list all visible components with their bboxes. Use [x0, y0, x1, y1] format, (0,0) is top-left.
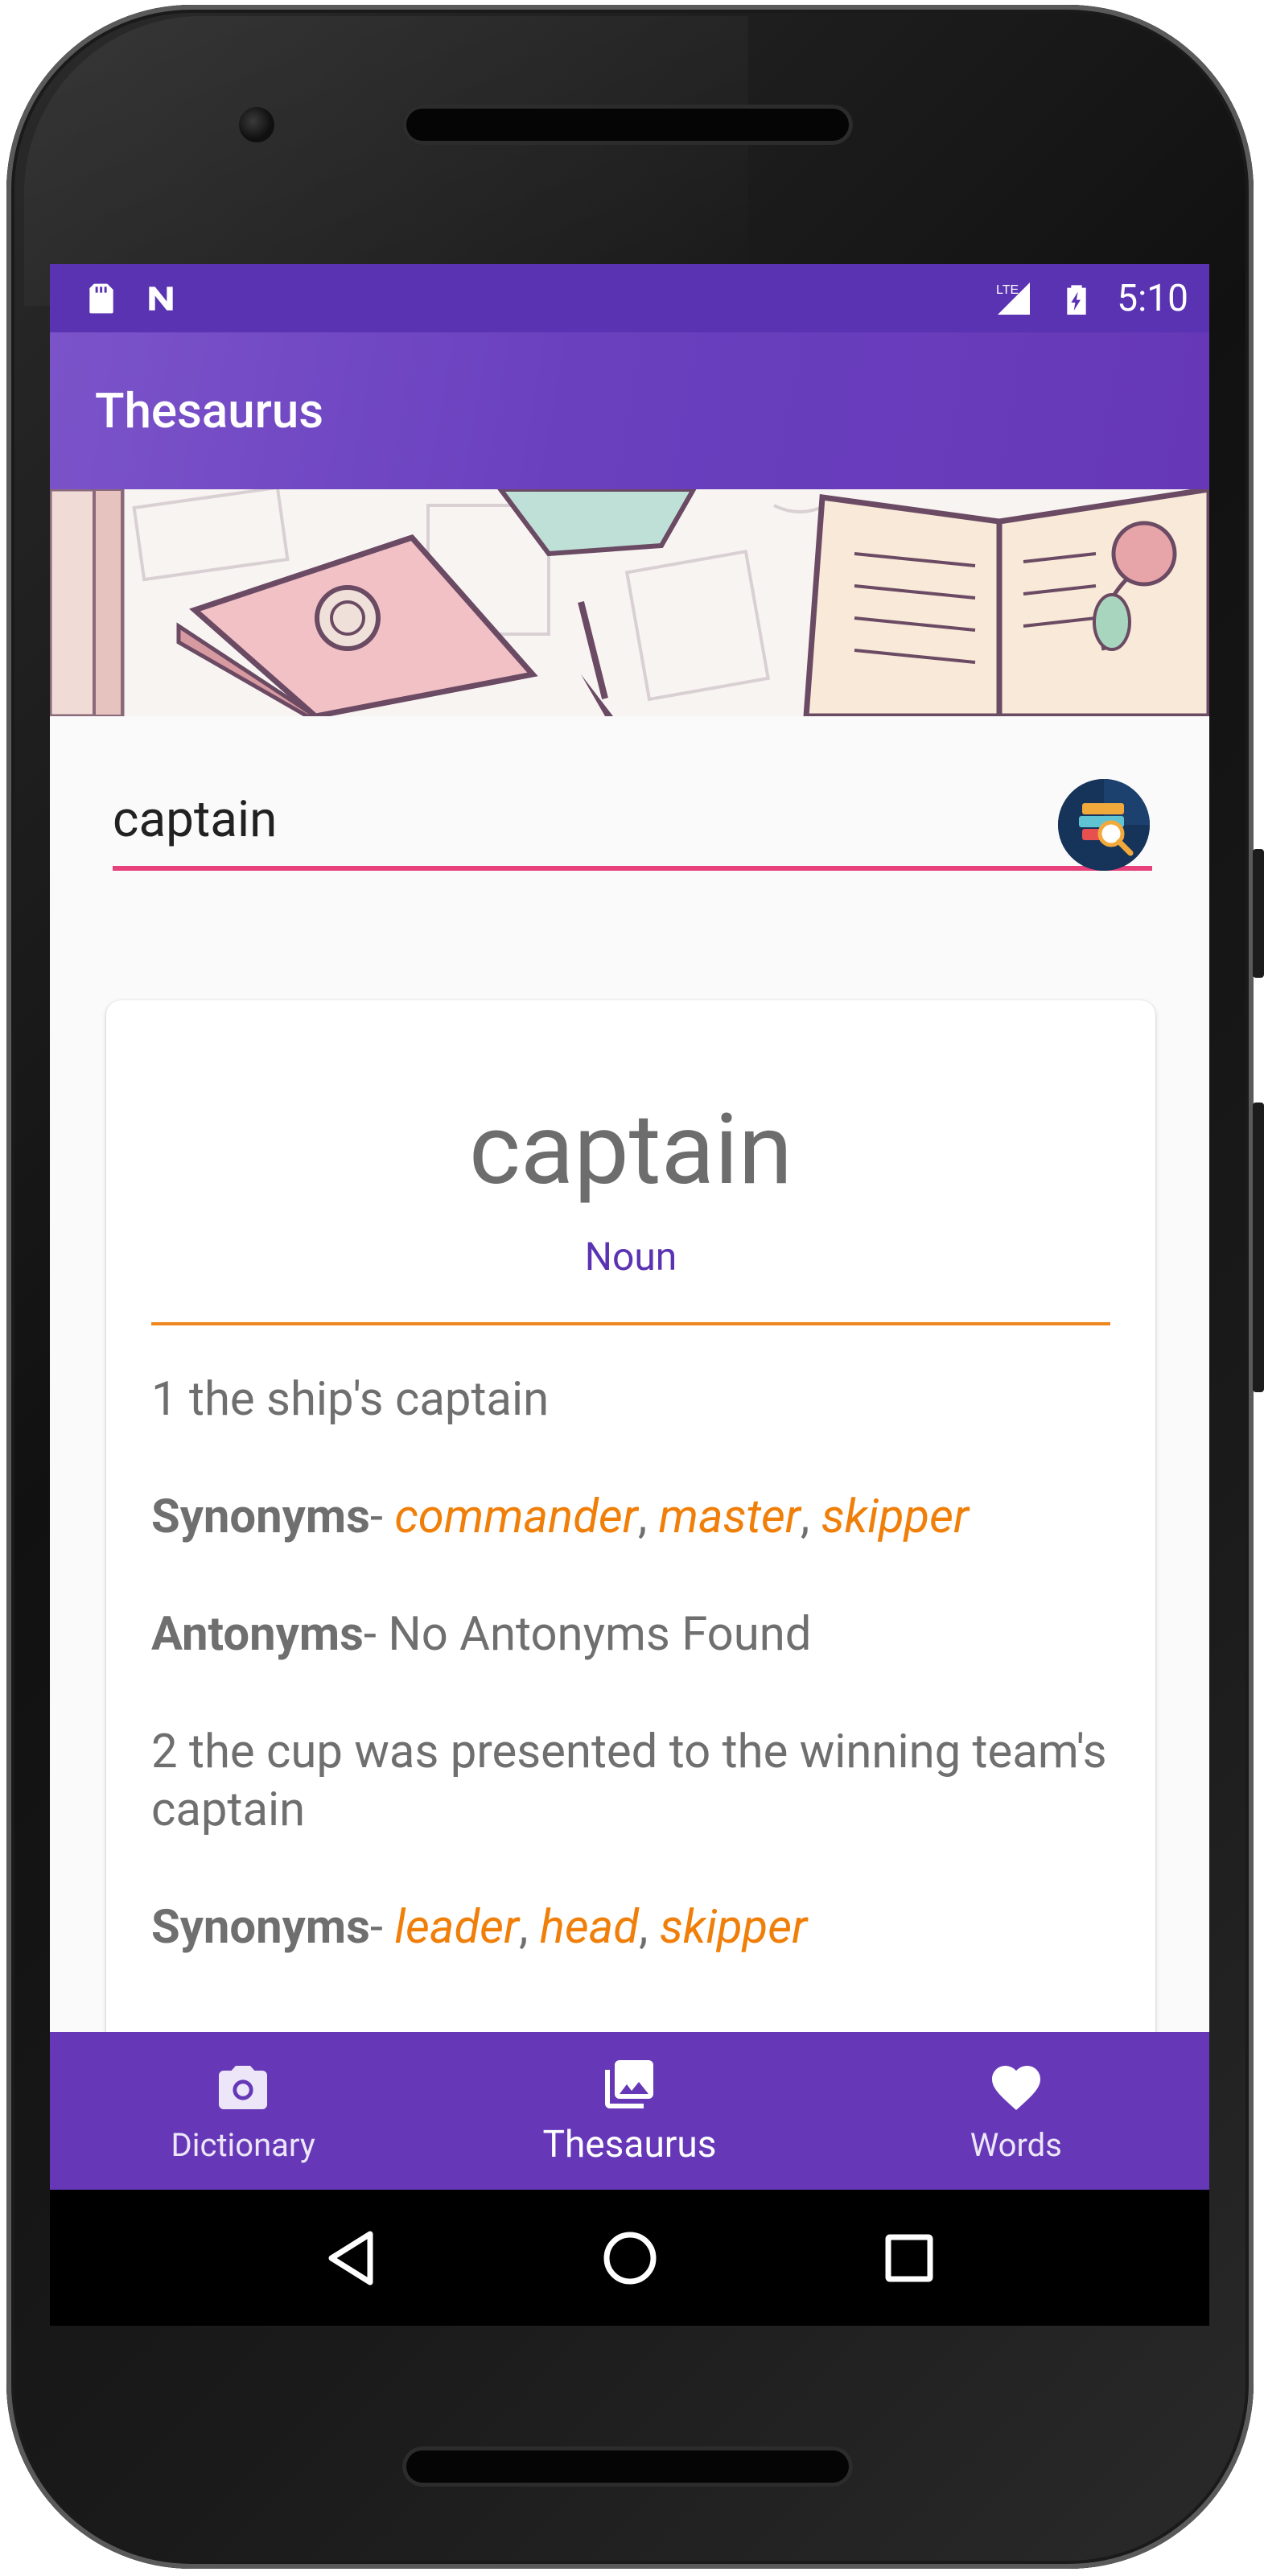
volume-button — [1253, 1103, 1264, 1392]
nav-thesaurus-label: Thesaurus — [542, 2123, 717, 2166]
system-navigation — [50, 2190, 1209, 2326]
status-time: 5:10 — [1117, 276, 1188, 320]
synonym-link[interactable]: leader — [394, 1900, 519, 1955]
synonym-link[interactable]: head — [540, 1900, 639, 1955]
svg-text:LTE: LTE — [996, 283, 1019, 297]
status-bar: LTE 5:10 — [50, 264, 1209, 332]
synonyms-label: Synonyms — [151, 1900, 370, 1955]
home-icon — [603, 2232, 656, 2284]
synonym-link[interactable]: master — [659, 1490, 801, 1544]
nav-dictionary[interactable]: Dictionary — [50, 2032, 436, 2190]
search-button[interactable] — [1058, 779, 1150, 871]
nav-words-label: Words — [970, 2125, 1062, 2164]
part-of-speech: Noun — [584, 1234, 677, 1280]
top-speaker — [402, 105, 853, 145]
screen: LTE 5:10 Thesaurus captain captain Noun … — [50, 264, 1209, 2326]
card-divider — [151, 1322, 1110, 1325]
bottom-navigation: Dictionary Thesaurus Words — [50, 2032, 1209, 2190]
status-right: LTE 5:10 — [991, 277, 1188, 320]
camera-icon — [219, 2065, 268, 2109]
back-icon — [328, 2231, 373, 2285]
power-button — [1253, 849, 1264, 978]
synonym-link[interactable]: skipper — [821, 1490, 969, 1544]
sd-card-icon — [89, 283, 113, 313]
nav-words[interactable]: Words — [823, 2032, 1209, 2190]
lte-signal-icon: LTE — [996, 282, 1031, 315]
synonyms-row-2: Synonyms- leader, head, skipper — [151, 1900, 808, 1955]
result-word: captain — [468, 1092, 793, 1207]
synonym-link[interactable]: commander — [394, 1490, 638, 1544]
search-row — [113, 779, 1152, 872]
phone-frame: LTE 5:10 Thesaurus captain captain Noun … — [0, 0, 1264, 2576]
heart-icon — [991, 2065, 1040, 2110]
synonyms-label: Synonyms — [151, 1490, 370, 1544]
search-input[interactable] — [113, 779, 1030, 859]
antonyms-row-1: Antonyms- No Antonyms Found — [151, 1607, 812, 1662]
status-left — [84, 281, 179, 316]
recents-button[interactable] — [877, 2226, 941, 2290]
definition-2: 2 the cup was presented to the winning t… — [151, 1725, 1107, 1837]
nav-thesaurus[interactable]: Thesaurus — [436, 2032, 822, 2190]
definition-1: 1 the ship's captain — [151, 1372, 550, 1427]
antonyms-label: Antonyms — [151, 1607, 364, 1662]
app-bar: Thesaurus — [50, 332, 1209, 489]
search-underline — [113, 866, 1152, 871]
photo-library-icon — [605, 2060, 654, 2108]
app-title: Thesaurus — [95, 382, 324, 439]
battery-charging-icon — [1067, 284, 1086, 315]
front-camera — [239, 107, 274, 142]
nav-dictionary-label: Dictionary — [171, 2125, 315, 2164]
book-search-icon — [1058, 779, 1150, 871]
phone-sheen — [24, 16, 748, 306]
recents-icon — [885, 2234, 933, 2281]
entries-list: 1 the ship's captain Synonyms- commander… — [151, 1370, 1117, 2016]
home-button[interactable] — [598, 2226, 662, 2290]
antonyms-text: No Antonyms Found — [388, 1607, 812, 1662]
synonyms-row-1: Synonyms- commander, master, skipper — [151, 1490, 970, 1544]
bottom-speaker — [402, 2446, 853, 2487]
synonym-link[interactable]: skipper — [660, 1900, 807, 1955]
back-button[interactable] — [319, 2226, 383, 2290]
books-illustration — [50, 489, 1209, 716]
notification-n-icon — [149, 286, 173, 311]
banner-image — [50, 489, 1209, 716]
